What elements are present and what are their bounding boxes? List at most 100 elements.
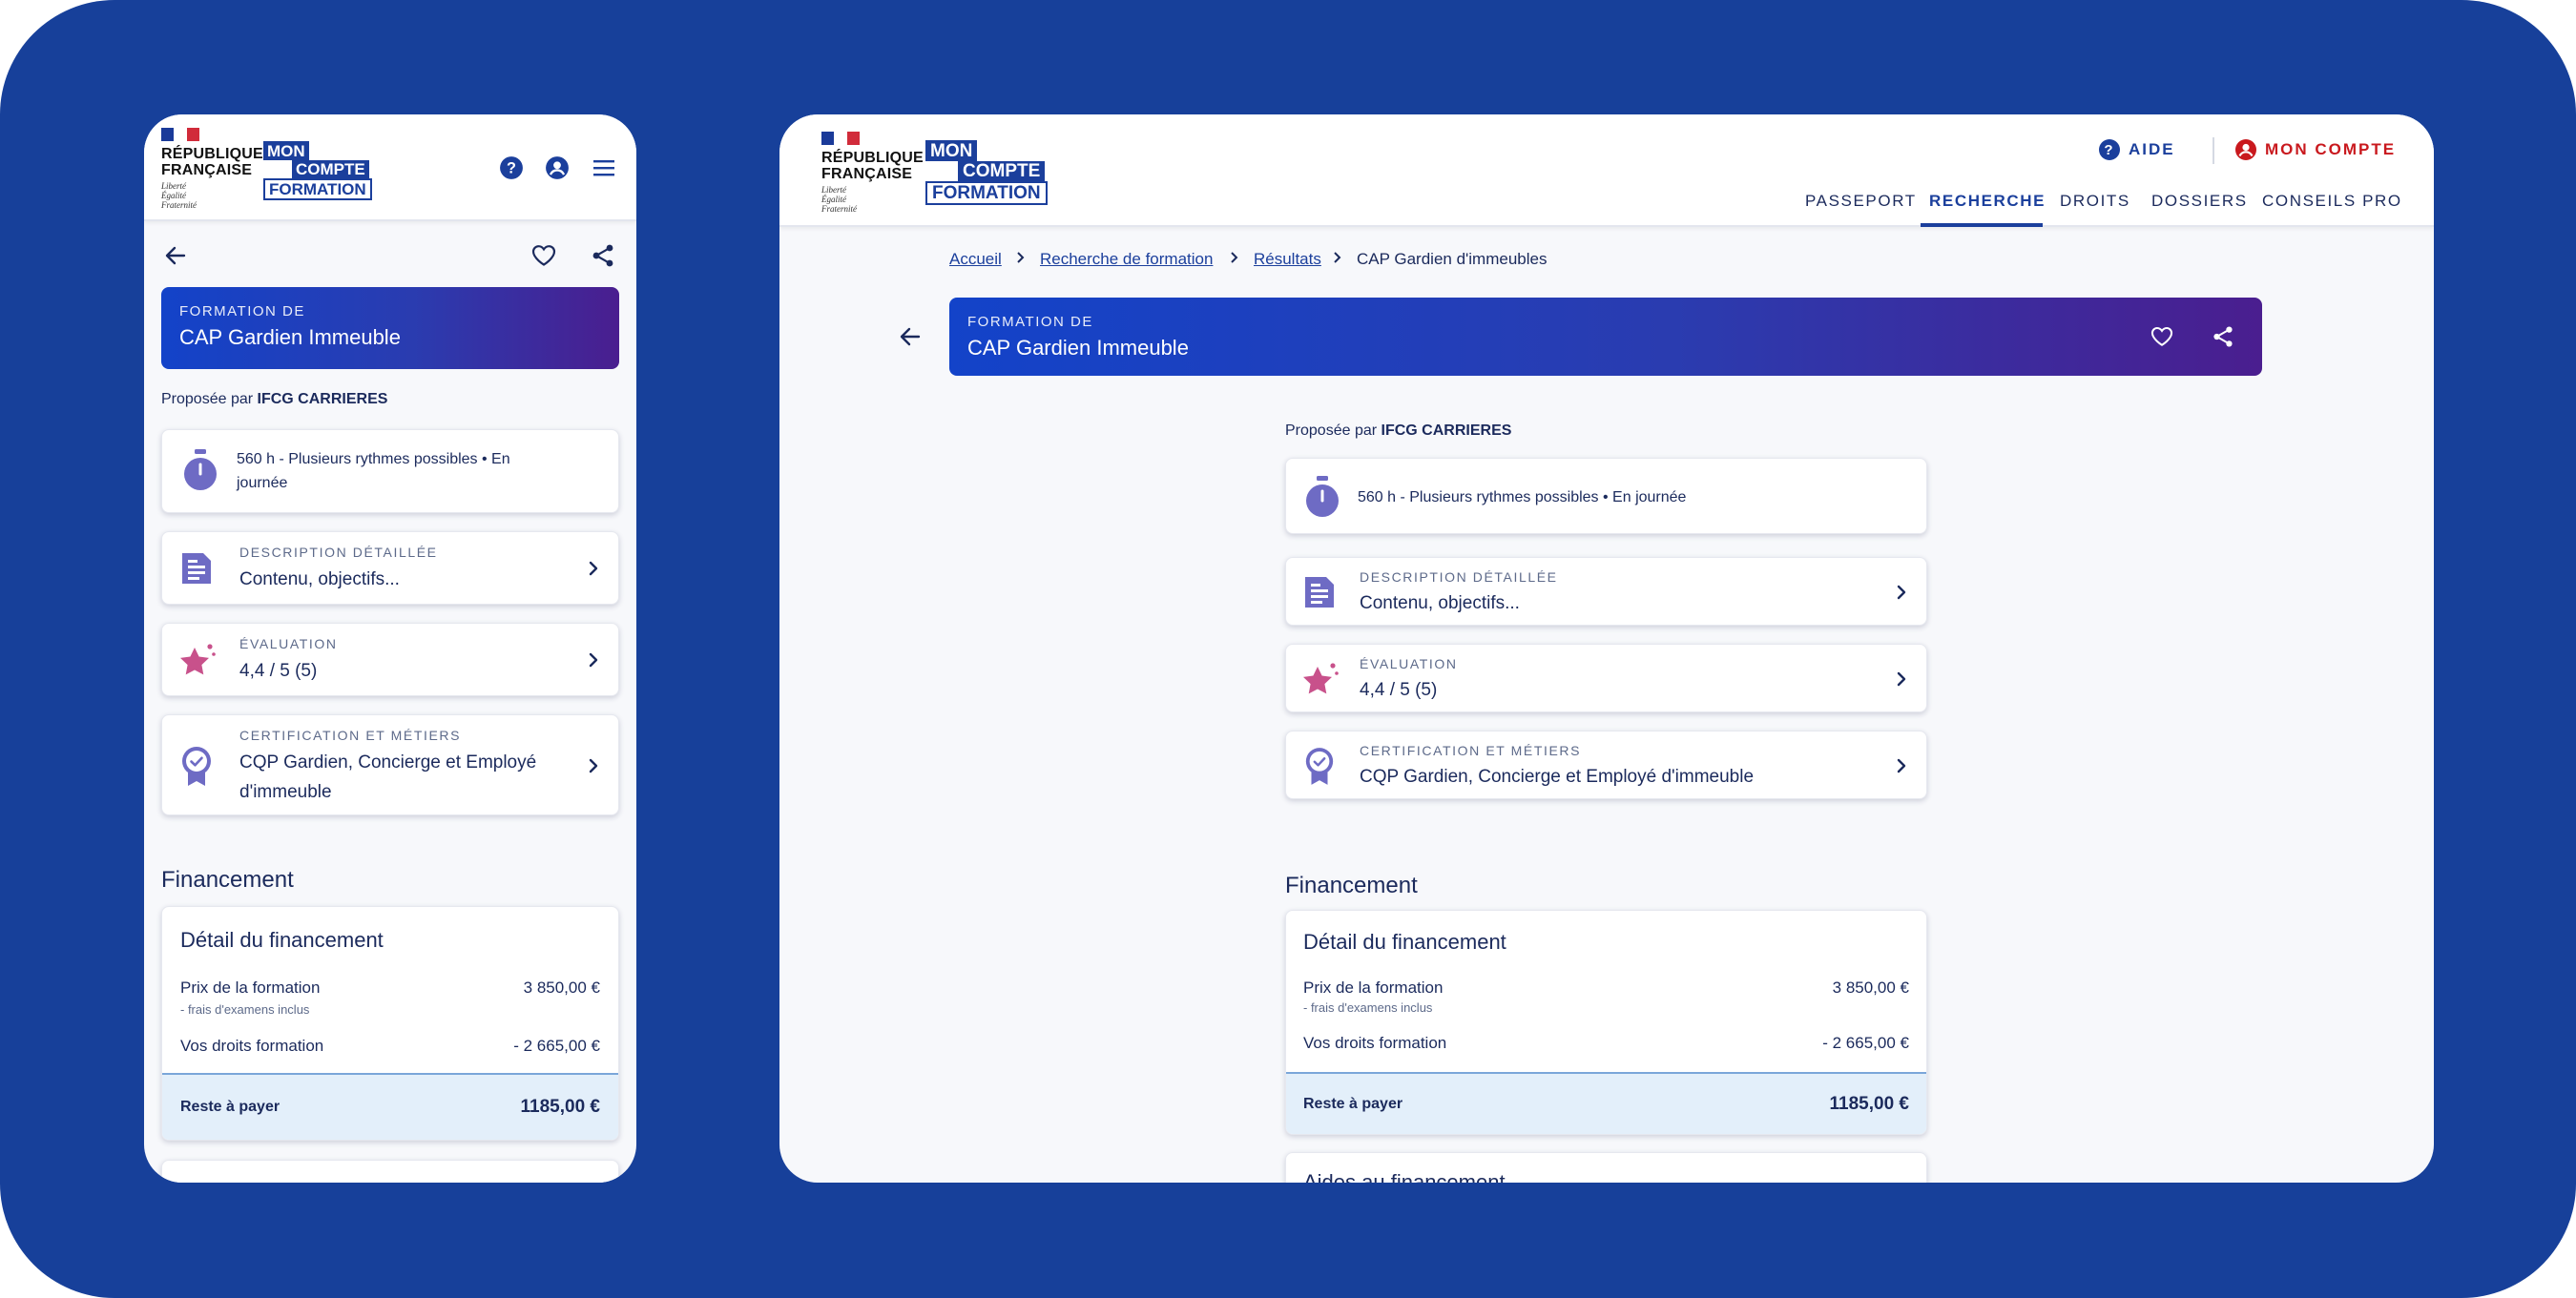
- back-arrow-icon[interactable]: [161, 241, 190, 270]
- financement-card: Détail du financement Prix de la formati…: [1285, 910, 1927, 1135]
- reste-label: Reste à payer: [1303, 1096, 1403, 1112]
- description-card[interactable]: DESCRIPTION DÉTAILLÉE Contenu, objectifs…: [161, 531, 619, 605]
- breadcrumb-resultats[interactable]: Résultats: [1254, 250, 1321, 269]
- chevron-right-icon: [1230, 248, 1243, 267]
- chevron-right-icon: [1890, 754, 1913, 777]
- devise-fraternite: Fraternité: [161, 200, 197, 210]
- aide-link[interactable]: ? AIDE: [2098, 138, 2175, 161]
- breadcrumb-current: CAP Gardien d'immeubles: [1357, 250, 1548, 268]
- account-icon[interactable]: [544, 155, 571, 181]
- duree-line2: journée: [237, 475, 288, 491]
- evaluation-card[interactable]: ÉVALUATION 4,4 / 5 (5): [1285, 644, 1927, 712]
- mcf-logo-line2: COMPTE: [292, 160, 369, 178]
- share-icon[interactable]: [589, 241, 617, 270]
- prix-value: 3 850,00 €: [523, 979, 600, 997]
- duree-card: 560 h - Plusieurs rythmes possibles • En…: [161, 429, 619, 513]
- share-icon[interactable]: [2209, 322, 2237, 351]
- proposee-par-label: Proposée par: [161, 391, 254, 407]
- mcf-logo-line3: FORMATION: [925, 181, 1048, 205]
- help-icon: ?: [2099, 139, 2120, 160]
- heart-icon[interactable]: [2148, 322, 2176, 351]
- mobile-header: RÉPUBLIQUE FRANÇAISE Liberté Égalité Fra…: [144, 114, 636, 221]
- description-card[interactable]: DESCRIPTION DÉTAILLÉE Contenu, objectifs…: [1285, 557, 1927, 626]
- back-arrow-icon[interactable]: [896, 322, 924, 351]
- desktop-header: RÉPUBLIQUE FRANÇAISE Liberté Égalité Fra…: [779, 114, 2434, 227]
- help-icon[interactable]: ?: [498, 155, 525, 181]
- droits-value: - 2 665,00 €: [513, 1037, 600, 1055]
- marianne-logo: RÉPUBLIQUE FRANÇAISE Liberté Égalité Fra…: [821, 132, 924, 214]
- marianne-logo: RÉPUBLIQUE FRANÇAISE Liberté Égalité Fra…: [161, 128, 263, 210]
- heart-icon[interactable]: [529, 241, 559, 270]
- breadcrumb-accueil[interactable]: Accueil: [949, 250, 1002, 269]
- reste-row: Reste à payer 1185,00 €: [162, 1073, 618, 1140]
- aides-card-partial: Aides au financement: [1285, 1152, 1927, 1183]
- timer-icon: [1303, 474, 1341, 520]
- droits-value: - 2 665,00 €: [1822, 1034, 1909, 1052]
- mcf-logo[interactable]: MON COMPTE FORMATION: [263, 141, 372, 200]
- nav-droits[interactable]: DROITS: [2060, 192, 2130, 211]
- organisme-name: IFCG CARRIERES: [257, 391, 388, 407]
- evaluation-value: 4,4 / 5 (5): [239, 661, 318, 681]
- timer-icon: [181, 447, 219, 493]
- flag-icon: [821, 132, 860, 145]
- description-value: Contenu, objectifs...: [1360, 593, 1520, 613]
- chevron-right-icon: [1333, 248, 1346, 267]
- menu-icon[interactable]: [591, 155, 617, 181]
- reste-row: Reste à payer 1185,00 €: [1286, 1072, 1926, 1134]
- header-divider: [2212, 137, 2214, 164]
- certification-label: CERTIFICATION ET MÉTIERS: [1360, 743, 1582, 758]
- reste-label: Reste à payer: [180, 1099, 280, 1115]
- evaluation-value: 4,4 / 5 (5): [1360, 680, 1438, 700]
- document-icon: [1301, 573, 1338, 611]
- financement-title: Financement: [1285, 873, 1418, 898]
- certification-line1: CQP Gardien, Concierge et Employé: [239, 752, 537, 773]
- mcf-logo[interactable]: MON COMPTE FORMATION: [925, 140, 1048, 205]
- background-stage: RÉPUBLIQUE FRANÇAISE Liberté Égalité Fra…: [0, 0, 2576, 1298]
- mcf-logo-line1: MON: [925, 140, 978, 161]
- prix-value: 3 850,00 €: [1832, 979, 1909, 997]
- nav-recherche[interactable]: RECHERCHE: [1929, 192, 2046, 211]
- nav-dossiers[interactable]: DOSSIERS: [2151, 192, 2248, 211]
- devise-liberte: Liberté: [161, 181, 186, 191]
- devise-egalite: Égalité: [821, 195, 846, 204]
- reste-value: 1185,00 €: [1829, 1094, 1909, 1114]
- star-icon: [1300, 659, 1340, 699]
- aides-title: Aides au financement: [1303, 1170, 1506, 1183]
- certification-card[interactable]: CERTIFICATION ET MÉTIERS CQP Gardien, Co…: [161, 714, 619, 815]
- banner-label: FORMATION DE: [179, 303, 305, 319]
- financement-card-title: Détail du financement: [1303, 930, 1506, 954]
- mcf-logo-line1: MON: [263, 141, 309, 160]
- financement-title: Financement: [161, 867, 294, 893]
- certification-line2: d'immeuble: [239, 782, 332, 802]
- evaluation-card[interactable]: ÉVALUATION 4,4 / 5 (5): [161, 623, 619, 696]
- droits-label: Vos droits formation: [1303, 1034, 1447, 1052]
- financement-card-title: Détail du financement: [180, 928, 384, 952]
- chevron-right-icon: [1890, 581, 1913, 604]
- star-icon: [177, 640, 218, 680]
- desktop-mockup: RÉPUBLIQUE FRANÇAISE Liberté Égalité Fra…: [779, 114, 2434, 1183]
- prix-label: Prix de la formation: [180, 979, 321, 997]
- rf-line1: RÉPUBLIQUE: [821, 150, 924, 166]
- banner-label: FORMATION DE: [967, 314, 1093, 330]
- nav-passeport[interactable]: PASSEPORT: [1805, 192, 1917, 211]
- duree-text: 560 h - Plusieurs rythmes possibles • En…: [237, 447, 609, 495]
- description-value: Contenu, objectifs...: [239, 569, 400, 589]
- chevron-right-icon: [1016, 248, 1029, 267]
- certification-card[interactable]: CERTIFICATION ET MÉTIERS CQP Gardien, Co…: [1285, 731, 1927, 799]
- svg-text:?: ?: [2104, 142, 2114, 158]
- mon-compte-label: MON COMPTE: [2265, 140, 2397, 158]
- breadcrumb-recherche[interactable]: Recherche de formation: [1040, 250, 1213, 269]
- nav-conseils-pro[interactable]: CONSEILS PRO: [2262, 192, 2402, 211]
- rf-line1: RÉPUBLIQUE: [161, 146, 263, 162]
- certification-value: CQP Gardien, Concierge et Employé d'imme…: [1360, 767, 1755, 787]
- certification-label: CERTIFICATION ET MÉTIERS: [239, 728, 462, 743]
- mon-compte-link[interactable]: MON COMPTE: [2234, 138, 2396, 161]
- chevron-right-icon: [1890, 668, 1913, 690]
- mcf-logo-line2: COMPTE: [958, 161, 1046, 181]
- proposee-par: Proposée par IFCG CARRIERES: [1285, 422, 1511, 440]
- account-icon: [2235, 139, 2256, 160]
- formation-banner: FORMATION DE CAP Gardien Immeuble: [949, 298, 2262, 376]
- chevron-right-icon: [582, 557, 605, 580]
- droits-label: Vos droits formation: [180, 1037, 324, 1055]
- prix-note: - frais d'examens inclus: [1303, 1000, 1433, 1015]
